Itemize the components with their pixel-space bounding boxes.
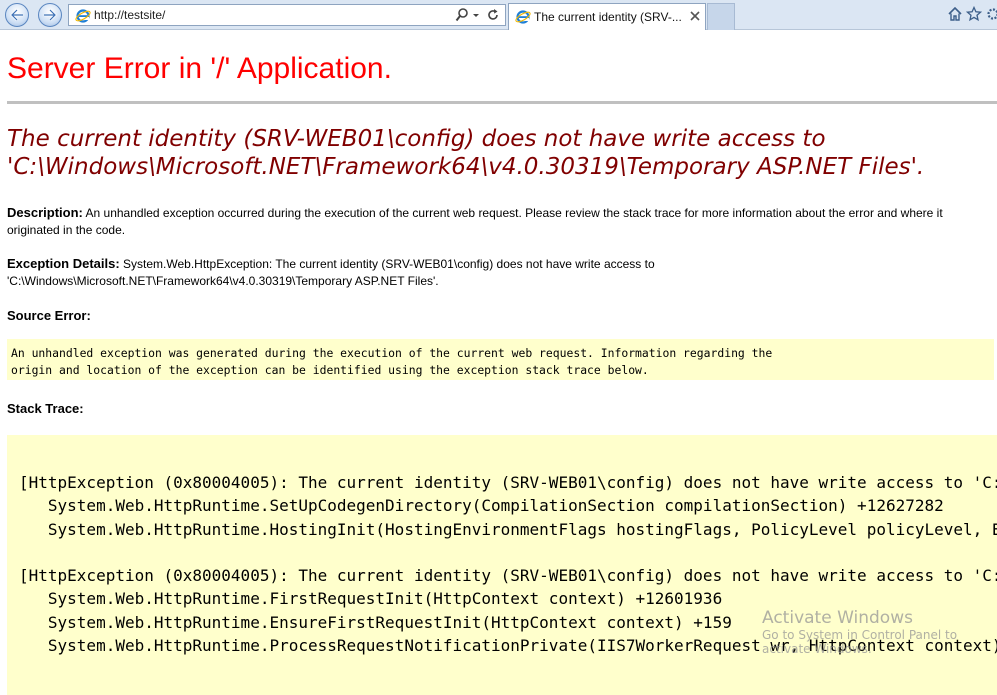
forward-arrow-icon: [43, 9, 57, 21]
error-message: The current identity (SRV-WEB01\config) …: [7, 125, 997, 181]
source-error-section: Source Error:: [7, 307, 997, 325]
forward-button[interactable]: [38, 3, 62, 27]
watermark-title: Activate Windows: [762, 608, 957, 628]
watermark-line: Go to System in Control Panel to: [762, 628, 957, 642]
ie-logo-icon: [75, 8, 91, 24]
source-error-box: An unhandled exception was generated dur…: [7, 339, 994, 380]
tab-title: The current identity (SRV-...: [534, 10, 682, 24]
tab-current-page[interactable]: The current identity (SRV-...: [508, 3, 706, 30]
search-icon[interactable]: [455, 7, 469, 23]
description-label: Description:: [7, 205, 83, 220]
page-title: Server Error in '/' Application.: [7, 52, 392, 86]
description-section: Description: An unhandled exception occu…: [7, 204, 997, 239]
source-error-label: Source Error:: [7, 308, 91, 323]
new-tab-button[interactable]: [707, 3, 735, 30]
dropdown-icon[interactable]: [472, 7, 480, 23]
description-text: An unhandled exception occurred during t…: [7, 206, 943, 237]
exception-details-label: Exception Details:: [7, 256, 120, 271]
divider: [7, 101, 997, 104]
watermark-line: activate Windows.: [762, 642, 957, 656]
address-bar[interactable]: http://testsite/: [68, 4, 506, 26]
home-icon[interactable]: [947, 6, 963, 22]
browser-toolbar: http://testsite/ The current identity (S…: [0, 0, 997, 30]
stack-trace-label: Stack Trace:: [7, 401, 84, 416]
gear-icon[interactable]: [985, 6, 997, 22]
activate-windows-watermark: Activate Windows Go to System in Control…: [762, 608, 957, 656]
close-icon[interactable]: [689, 10, 701, 22]
refresh-icon[interactable]: [486, 7, 500, 23]
back-button[interactable]: [5, 3, 29, 27]
stack-trace-section: Stack Trace:: [7, 400, 997, 418]
ie-logo-icon: [515, 9, 531, 25]
stack-trace-box: [HttpException (0x80004005): The current…: [7, 435, 997, 695]
exception-details-section: Exception Details: System.Web.HttpExcept…: [7, 255, 997, 290]
favorites-star-icon[interactable]: [966, 6, 982, 22]
back-arrow-icon: [10, 9, 24, 21]
address-url[interactable]: http://testsite/: [94, 8, 165, 22]
